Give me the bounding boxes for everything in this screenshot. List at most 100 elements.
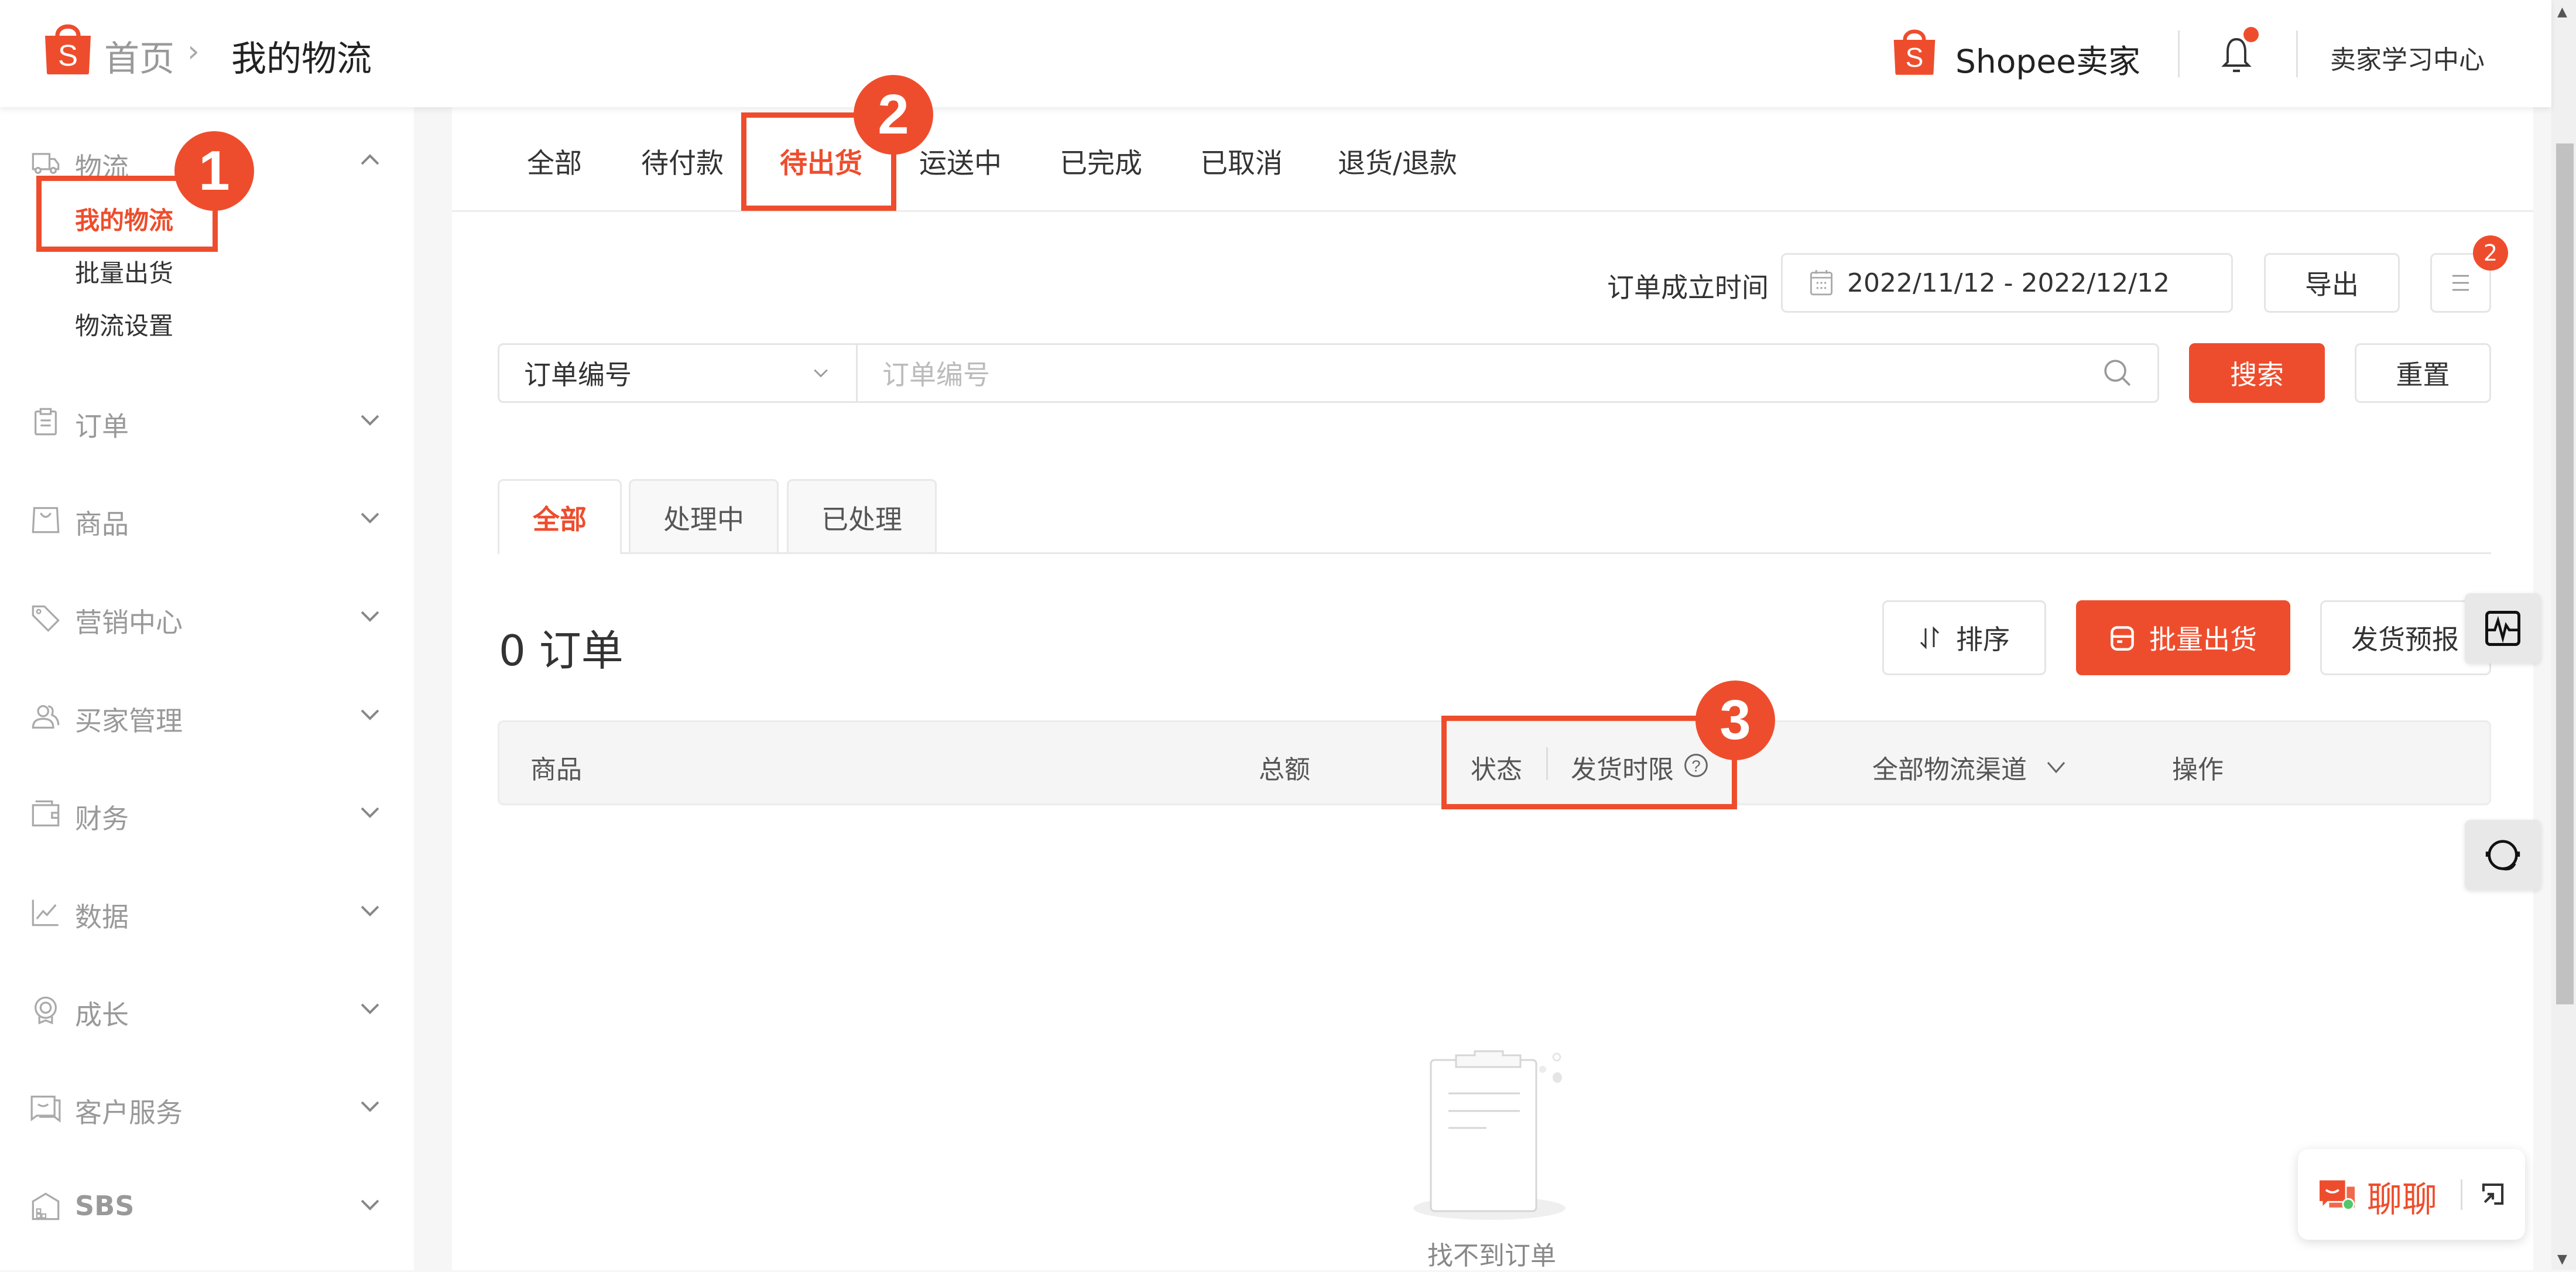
column-header-product: 商品 <box>530 755 582 785</box>
chevron-down-icon[interactable] <box>358 604 382 627</box>
svg-text:S: S <box>1906 42 1924 73</box>
customer-support-button[interactable] <box>2465 820 2541 890</box>
annotation-number-2: 2 <box>854 75 933 155</box>
export-list-badge: 2 <box>2473 235 2508 271</box>
export-button[interactable]: 导出 <box>2264 253 2400 313</box>
search-input[interactable]: 订单编号 <box>856 343 2159 403</box>
order-count-title: 0 订单 <box>499 626 624 675</box>
seller-learning-center-link[interactable]: 卖家学习中心 <box>2330 39 2485 76</box>
truck-icon <box>32 153 60 174</box>
tab-cancelled[interactable]: 已取消 <box>1200 141 1283 181</box>
shopping-bag-icon <box>32 507 60 534</box>
chat-divider <box>2461 1179 2462 1210</box>
chevron-down-icon[interactable] <box>358 1094 382 1117</box>
brand-name[interactable]: Shopee卖家 <box>1955 35 2140 82</box>
wallet-icon <box>32 800 60 827</box>
notification-dot <box>2243 27 2259 42</box>
sidebar-item-marketing[interactable]: 营销中心 <box>0 593 414 640</box>
chevron-down-icon[interactable] <box>358 1192 382 1216</box>
chevron-down-icon[interactable] <box>358 702 382 726</box>
subtab-divider <box>498 552 2491 554</box>
scrollbar-thumb[interactable] <box>2556 143 2574 1004</box>
header-divider <box>2296 30 2298 77</box>
chevron-down-icon[interactable] <box>358 408 382 431</box>
notification-button[interactable] <box>2219 27 2259 76</box>
sidebar-subitem-bulk-ship[interactable]: 批量出货 <box>75 254 173 289</box>
sidebar-item-label: 营销中心 <box>75 607 183 638</box>
sidebar-item-label: 商品 <box>75 508 129 540</box>
chevron-down-icon[interactable] <box>358 996 382 1020</box>
heartbeat-monitor-icon <box>2485 611 2520 646</box>
badge-icon <box>35 996 57 1025</box>
shopee-seller-logo-icon[interactable]: S <box>1892 25 1937 77</box>
tab-completed[interactable]: 已完成 <box>1060 141 1142 181</box>
sidebar: 物流 我的物流 批量出货 物流设置 订单 商品 营销中心 买家管理 财务 数据 … <box>0 107 414 1270</box>
breadcrumb-home-link[interactable]: 首页 <box>104 30 174 81</box>
column-header-total: 总额 <box>1259 755 1310 785</box>
tab-shipping[interactable]: 运送中 <box>919 141 1002 181</box>
sidebar-item-data[interactable]: 数据 <box>0 888 414 935</box>
reset-button[interactable]: 重置 <box>2355 343 2491 403</box>
order-date-label: 订单成立时间 <box>1607 272 1769 303</box>
date-range-picker[interactable]: 2022/11/12 - 2022/12/12 <box>1781 253 2233 313</box>
users-icon <box>32 705 60 729</box>
printer-box-icon <box>2111 626 2134 651</box>
sidebar-item-growth[interactable]: 成长 <box>0 986 414 1032</box>
tag-icon <box>32 605 60 632</box>
sort-button[interactable]: 排序 <box>1882 600 2046 675</box>
bulk-ship-button[interactable]: 批量出货 <box>2076 600 2290 675</box>
clipboard-icon <box>35 408 57 436</box>
logistics-channel-filter[interactable]: 全部物流渠道 <box>1872 748 2068 786</box>
bulk-ship-button-label: 批量出货 <box>2149 624 2257 655</box>
empty-state-text: 找不到订单 <box>1427 1241 1556 1271</box>
menu-list-icon <box>2452 275 2469 291</box>
sidebar-item-orders[interactable]: 订单 <box>0 397 414 444</box>
shopee-logo-icon[interactable]: S <box>43 20 93 76</box>
sidebar-item-customer-service[interactable]: 客户服务 <box>0 1083 414 1130</box>
search-button[interactable]: 搜索 <box>2189 343 2325 403</box>
chevron-up-icon[interactable] <box>358 149 382 172</box>
calendar-icon <box>1810 270 1833 296</box>
ship-forecast-button-label: 发货预报 <box>2351 624 2459 655</box>
scroll-down-arrow-icon[interactable]: ▼ <box>2557 1252 2567 1267</box>
subtab-processed[interactable]: 已处理 <box>787 479 937 554</box>
sidebar-item-finance[interactable]: 财务 <box>0 789 414 836</box>
breadcrumb-current: 我的物流 <box>231 39 372 80</box>
tab-pending-payment[interactable]: 待付款 <box>641 141 724 181</box>
tab-return-refund[interactable]: 退货/退款 <box>1338 141 1457 181</box>
sidebar-item-label: 成长 <box>75 999 129 1031</box>
chat-label: 聊聊 <box>2367 1179 2437 1220</box>
sidebar-item-label: 财务 <box>75 803 129 835</box>
search-button-label: 搜索 <box>2230 359 2284 391</box>
chevron-down-icon[interactable] <box>358 505 382 529</box>
tab-all[interactable]: 全部 <box>527 141 582 181</box>
sidebar-item-label: 订单 <box>75 411 129 442</box>
chevron-down-icon[interactable] <box>358 898 382 922</box>
chevron-down-icon <box>814 369 828 378</box>
subtab-all[interactable]: 全部 <box>498 479 622 554</box>
export-button-label: 导出 <box>2305 269 2359 300</box>
sidebar-subitem-logistics-settings[interactable]: 物流设置 <box>75 306 173 342</box>
sort-button-label: 排序 <box>1956 624 2010 655</box>
annotation-number-3: 3 <box>1695 681 1775 760</box>
chat-widget[interactable]: 聊聊 <box>2298 1149 2525 1240</box>
sidebar-item-buyer-management[interactable]: 买家管理 <box>0 692 414 738</box>
breadcrumb-separator-icon: › <box>187 34 200 69</box>
chevron-down-icon[interactable] <box>358 800 382 823</box>
expand-window-icon[interactable] <box>2479 1181 2506 1208</box>
sidebar-item-sbs[interactable]: SBS <box>0 1182 414 1229</box>
search-input-placeholder: 订单编号 <box>882 359 990 391</box>
column-header-actions: 操作 <box>2172 755 2224 785</box>
header-divider <box>2178 30 2180 77</box>
chat-icon <box>2320 1180 2355 1211</box>
search-icon[interactable] <box>2102 358 2133 388</box>
performance-monitor-button[interactable] <box>2465 593 2541 664</box>
annotation-number-1: 1 <box>174 131 254 211</box>
scroll-up-arrow-icon[interactable]: ▲ <box>2557 5 2567 19</box>
chevron-down-icon <box>2047 761 2065 774</box>
sidebar-item-label: SBS <box>75 1190 135 1222</box>
chat-bubbles-icon <box>30 1095 61 1123</box>
search-field-select[interactable]: 订单编号 <box>498 343 858 403</box>
sidebar-item-products[interactable]: 商品 <box>0 495 414 542</box>
subtab-processing[interactable]: 处理中 <box>629 479 779 554</box>
